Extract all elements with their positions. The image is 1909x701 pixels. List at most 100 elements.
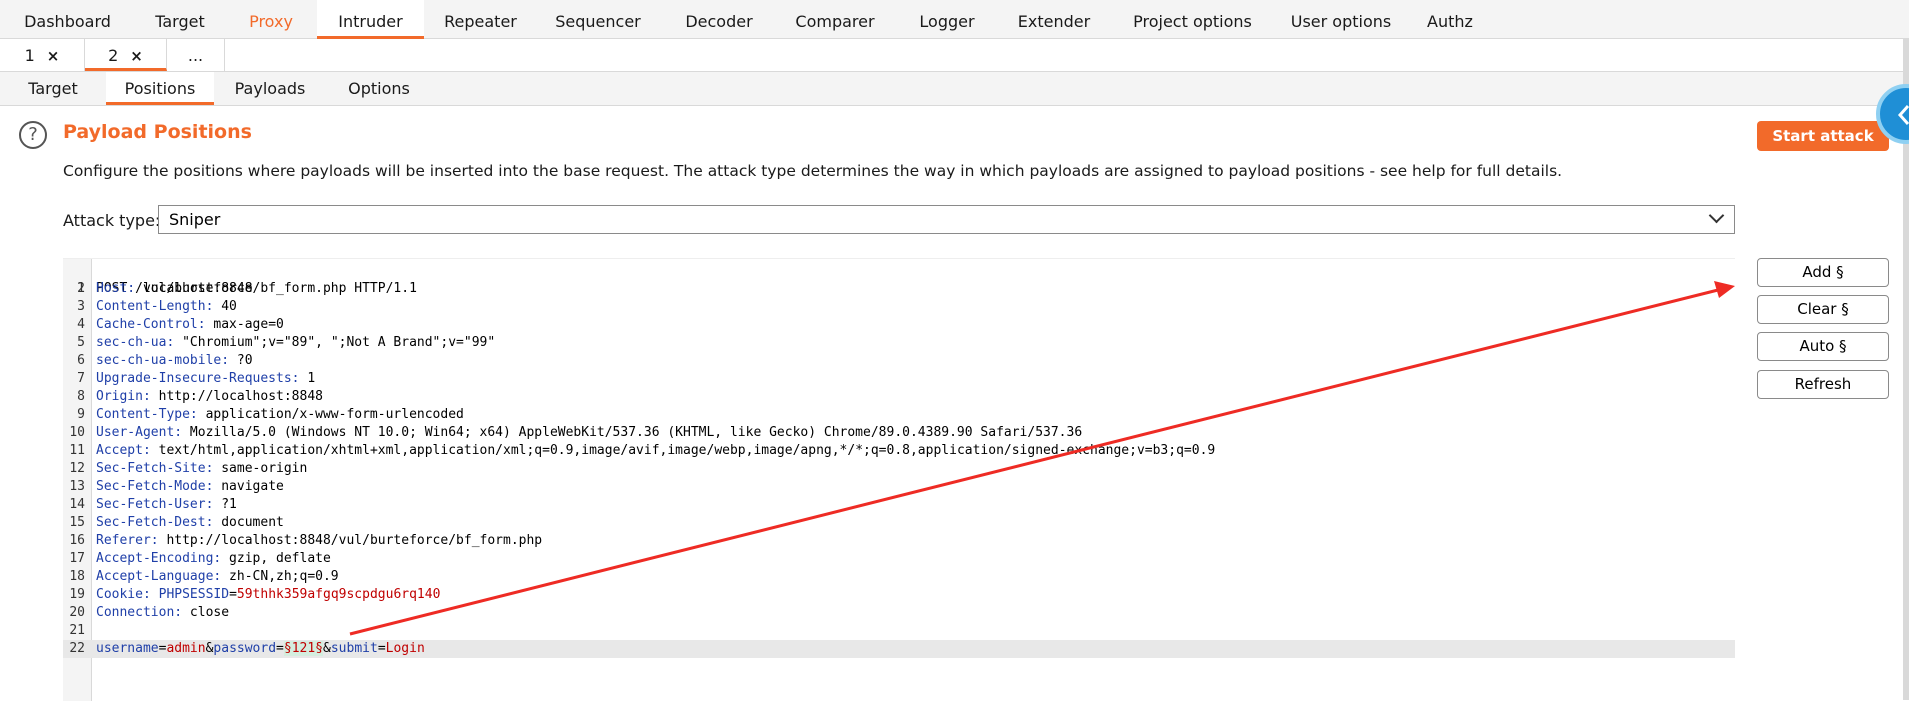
tab-logger[interactable]: Logger xyxy=(891,0,1003,39)
header-line: 10 User-Agent: Mozilla/5.0 (Windows NT 10… xyxy=(69,425,1083,440)
header-name: Accept: xyxy=(96,443,151,458)
header-value: max-age=0 xyxy=(205,317,284,332)
instance-tab-1[interactable]: 1 × xyxy=(0,39,85,71)
help-icon[interactable]: ? xyxy=(19,121,47,149)
header-line: 15 Sec-Fetch-Dest: document xyxy=(69,515,284,530)
cookie-key: PHPSESSID xyxy=(158,587,230,602)
header-name: sec-ch-ua-mobile: xyxy=(96,353,230,368)
header-line: 7 Upgrade-Insecure-Requests: 1 xyxy=(77,371,316,386)
blank-line: 21 xyxy=(69,623,85,638)
intruder-instance-tabs: 1 × 2 × ... xyxy=(0,39,1909,72)
tab-repeater[interactable]: Repeater xyxy=(424,0,537,39)
header-line: 2 Host: localhost:8848 xyxy=(77,281,253,296)
section-description: Configure the positions where payloads w… xyxy=(63,162,1563,180)
param-value: admin xyxy=(166,641,206,656)
param-value: Login xyxy=(385,641,425,656)
tab-proxy[interactable]: Proxy xyxy=(225,0,317,39)
header-line: 20 Connection: close xyxy=(69,605,230,620)
chevron-down-icon xyxy=(1708,207,1725,224)
close-icon[interactable]: × xyxy=(47,47,60,65)
header-line: 9 Content-Type: application/x-www-form-ur… xyxy=(77,407,464,422)
header-name: Connection: xyxy=(96,605,183,620)
header-name: Sec-Fetch-Mode: xyxy=(96,479,214,494)
tool-tab-bar: Dashboard Target Proxy Intruder Repeater… xyxy=(0,0,1909,39)
tab-positions[interactable]: Positions xyxy=(106,72,214,105)
tab-target-sub[interactable]: Target xyxy=(0,72,106,105)
new-tab-button[interactable]: ... xyxy=(167,39,225,71)
header-line: 3 Content-Length: 40 xyxy=(77,299,237,314)
header-name: Sec-Fetch-User: xyxy=(96,497,214,512)
refresh-button[interactable]: Refresh xyxy=(1757,370,1889,399)
header-line: 16 Referer: http://localhost:8848/vul/bur… xyxy=(69,533,543,548)
header-value: zh-CN,zh;q=0.9 xyxy=(221,569,339,584)
header-line: 17 Accept-Encoding: gzip, deflate xyxy=(69,551,331,566)
header-line: 5 sec-ch-ua: "Chromium";v="89", ";Not A B… xyxy=(77,335,496,350)
attack-type-select[interactable]: Sniper xyxy=(158,205,1735,234)
header-value: close xyxy=(182,605,230,620)
header-name: Accept-Language: xyxy=(96,569,222,584)
header-value: gzip, deflate xyxy=(221,551,331,566)
tab-authz[interactable]: Authz xyxy=(1402,0,1498,39)
header-name: Content-Length: xyxy=(96,299,214,314)
instance-tab-2[interactable]: 2 × xyxy=(85,39,167,71)
tab-extender[interactable]: Extender xyxy=(1003,0,1105,39)
param-name: submit xyxy=(330,641,378,656)
tab-options[interactable]: Options xyxy=(326,72,432,105)
tab-sequencer[interactable]: Sequencer xyxy=(537,0,659,39)
cookie-line: 19 Cookie: PHPSESSID=59thhk359afgq9scpdgu… xyxy=(69,587,441,602)
header-name: User-Agent: xyxy=(96,425,183,440)
section-title: Payload Positions xyxy=(63,121,252,143)
attack-type-value: Sniper xyxy=(169,210,221,229)
header-name: Host: xyxy=(96,281,136,296)
header-line: 13 Sec-Fetch-Mode: navigate xyxy=(69,479,284,494)
tab-target[interactable]: Target xyxy=(135,0,225,39)
tab-project-options[interactable]: Project options xyxy=(1105,0,1280,39)
tab-decoder[interactable]: Decoder xyxy=(659,0,779,39)
header-name: Origin: xyxy=(96,389,151,404)
header-line: 18 Accept-Language: zh-CN,zh;q=0.9 xyxy=(69,569,339,584)
auto-marker-button[interactable]: Auto § xyxy=(1757,332,1889,361)
body-line: 22 username=admin&password=§121§&submit=L… xyxy=(63,640,1735,658)
header-line: 14 Sec-Fetch-User: ?1 xyxy=(69,497,237,512)
close-icon[interactable]: × xyxy=(130,47,143,65)
chevron-left-icon xyxy=(1897,105,1909,125)
cookie-value: 59thhk359afgq9scpdgu6rq140 xyxy=(236,587,441,602)
param-name: password xyxy=(213,641,277,656)
header-value: 40 xyxy=(213,299,237,314)
header-line: 6 sec-ch-ua-mobile: ?0 xyxy=(77,353,253,368)
header-line: 4 Cache-Control: max-age=0 xyxy=(77,317,284,332)
header-value: navigate xyxy=(213,479,284,494)
header-name: Sec-Fetch-Site: xyxy=(96,461,214,476)
param-name: username xyxy=(96,641,159,656)
header-value: localhost:8848 xyxy=(135,281,253,296)
tab-dashboard[interactable]: Dashboard xyxy=(0,0,135,39)
header-name: sec-ch-ua: xyxy=(96,335,175,350)
header-value: ?1 xyxy=(213,497,237,512)
header-name: Sec-Fetch-Dest: xyxy=(96,515,214,530)
start-attack-button[interactable]: Start attack xyxy=(1757,121,1889,151)
header-name: Cookie: xyxy=(96,587,151,602)
payload-position-marker[interactable]: §121§ xyxy=(283,641,324,656)
header-value: application/x-www-form-urlencoded xyxy=(197,407,464,422)
header-line: 11 Accept: text/html,application/xhtml+xm… xyxy=(69,443,1216,458)
tab-payloads[interactable]: Payloads xyxy=(214,72,326,105)
tab-intruder[interactable]: Intruder xyxy=(317,0,424,39)
tab-user-options[interactable]: User options xyxy=(1280,0,1402,39)
header-line: 8 Origin: http://localhost:8848 xyxy=(77,389,323,404)
request-editor[interactable]: 1 POST /vul/burteforce/bf_form.php HTTP/1… xyxy=(63,258,1735,701)
header-value: 1 xyxy=(299,371,316,386)
header-value: "Chromium";v="89", ";Not A Brand";v="99" xyxy=(174,335,496,350)
clear-marker-button[interactable]: Clear § xyxy=(1757,295,1889,324)
header-name: Upgrade-Insecure-Requests: xyxy=(96,371,300,386)
header-value: http://localhost:8848/vul/burteforce/bf_… xyxy=(158,533,543,548)
tab-comparer[interactable]: Comparer xyxy=(779,0,891,39)
header-name: Referer: xyxy=(96,533,159,548)
instance-tab-label: 1 xyxy=(24,46,35,65)
add-marker-button[interactable]: Add § xyxy=(1757,258,1889,287)
header-value: text/html,application/xhtml+xml,applicat… xyxy=(150,443,1216,458)
header-name: Accept-Encoding: xyxy=(96,551,222,566)
header-line: 12 Sec-Fetch-Site: same-origin xyxy=(69,461,308,476)
header-value: document xyxy=(213,515,284,530)
header-value: same-origin xyxy=(213,461,308,476)
cookie-eq: = xyxy=(229,587,237,602)
